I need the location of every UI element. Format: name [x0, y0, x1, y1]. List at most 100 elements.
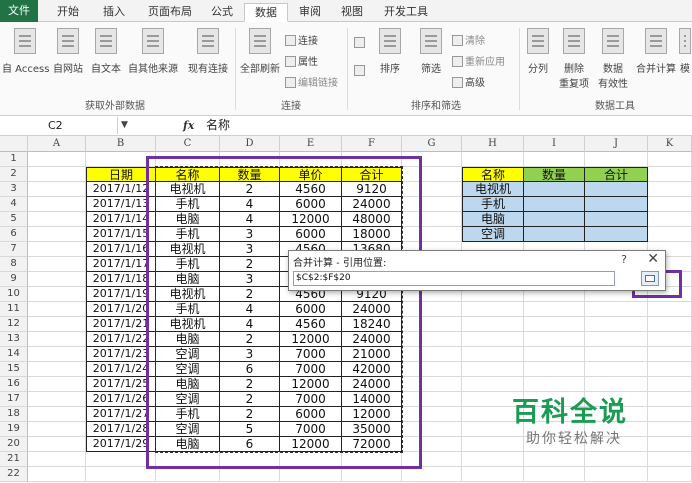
- reference-input[interactable]: $C$2:$F$20: [293, 271, 615, 286]
- grid-cell[interactable]: [462, 362, 524, 377]
- table-cell[interactable]: 2017/1/26: [86, 392, 156, 407]
- grid-cell[interactable]: [648, 347, 692, 362]
- table-cell[interactable]: 2017/1/14: [86, 212, 156, 227]
- table-cell[interactable]: 2017/1/28: [86, 422, 156, 437]
- grid-cell[interactable]: [524, 467, 585, 482]
- table-cell[interactable]: 空调: [156, 362, 220, 377]
- expand-dialog-button[interactable]: [641, 271, 659, 286]
- summary-value-cell[interactable]: [524, 182, 585, 197]
- advanced-filter-button[interactable]: 高级: [452, 76, 485, 91]
- grid-cell[interactable]: [524, 347, 585, 362]
- table-cell[interactable]: 4: [220, 197, 280, 212]
- row-header[interactable]: 11: [0, 302, 28, 317]
- from-text-button[interactable]: 自文本: [88, 28, 124, 94]
- grid-cell[interactable]: [342, 152, 402, 167]
- table-header-cell[interactable]: 合计: [342, 167, 402, 182]
- grid-cell[interactable]: [402, 467, 462, 482]
- table-cell[interactable]: 2017/1/18: [86, 272, 156, 287]
- row-header[interactable]: 13: [0, 332, 28, 347]
- tab-page-layout[interactable]: 页面布局: [142, 3, 198, 22]
- row-header[interactable]: 6: [0, 227, 28, 242]
- grid-cell[interactable]: [28, 257, 86, 272]
- summary-header-cell[interactable]: 名称: [462, 167, 524, 182]
- grid-cell[interactable]: [402, 317, 462, 332]
- grid-cell[interactable]: [462, 317, 524, 332]
- table-cell[interactable]: 2017/1/27: [86, 407, 156, 422]
- table-cell[interactable]: 电脑: [156, 377, 220, 392]
- grid-cell[interactable]: [648, 407, 692, 422]
- row-header[interactable]: 9: [0, 272, 28, 287]
- existing-connections-button[interactable]: 现有连接: [184, 28, 232, 94]
- column-header[interactable]: C: [156, 136, 220, 152]
- table-cell[interactable]: 72000: [342, 437, 402, 452]
- column-header[interactable]: G: [402, 136, 462, 152]
- table-cell[interactable]: 2017/1/12: [86, 182, 156, 197]
- table-cell[interactable]: 24000: [342, 377, 402, 392]
- grid-cell[interactable]: [28, 242, 86, 257]
- grid-cell[interactable]: [585, 452, 648, 467]
- row-header[interactable]: 19: [0, 422, 28, 437]
- table-cell[interactable]: 电视机: [156, 317, 220, 332]
- table-cell[interactable]: 电视机: [156, 242, 220, 257]
- grid-cell[interactable]: [402, 197, 462, 212]
- table-cell[interactable]: 2017/1/25: [86, 377, 156, 392]
- table-cell[interactable]: 7000: [280, 422, 342, 437]
- grid-cell[interactable]: [28, 197, 86, 212]
- grid-cell[interactable]: [28, 467, 86, 482]
- table-cell[interactable]: 2017/1/15: [86, 227, 156, 242]
- clear-filter-button[interactable]: 清除: [452, 34, 485, 49]
- grid-cell[interactable]: [402, 377, 462, 392]
- grid-cell[interactable]: [648, 467, 692, 482]
- table-cell[interactable]: 24000: [342, 302, 402, 317]
- column-header[interactable]: F: [342, 136, 402, 152]
- grid-cell[interactable]: [585, 332, 648, 347]
- summary-value-cell[interactable]: [524, 197, 585, 212]
- grid-cell[interactable]: [28, 167, 86, 182]
- grid-cell[interactable]: [402, 452, 462, 467]
- close-icon[interactable]: ✕: [647, 251, 659, 267]
- select-all-corner[interactable]: [0, 136, 28, 152]
- summary-value-cell[interactable]: [524, 227, 585, 242]
- column-header[interactable]: J: [585, 136, 648, 152]
- table-cell[interactable]: 2017/1/21: [86, 317, 156, 332]
- summary-value-cell[interactable]: [585, 197, 648, 212]
- grid-cell[interactable]: [585, 467, 648, 482]
- row-header[interactable]: 16: [0, 377, 28, 392]
- table-cell[interactable]: 4560: [280, 317, 342, 332]
- grid-cell[interactable]: [585, 152, 648, 167]
- name-box[interactable]: C2: [0, 117, 118, 134]
- table-cell[interactable]: 电视机: [156, 287, 220, 302]
- grid-cell[interactable]: [648, 392, 692, 407]
- column-header[interactable]: I: [524, 136, 585, 152]
- grid-cell[interactable]: [648, 377, 692, 392]
- column-header[interactable]: A: [28, 136, 86, 152]
- table-cell[interactable]: 电视机: [156, 182, 220, 197]
- table-cell[interactable]: 42000: [342, 362, 402, 377]
- grid-cell[interactable]: [648, 182, 692, 197]
- grid-cell[interactable]: [28, 227, 86, 242]
- table-cell[interactable]: 5: [220, 422, 280, 437]
- table-cell[interactable]: 电脑: [156, 332, 220, 347]
- tab-file[interactable]: 文件: [0, 0, 38, 22]
- text-to-columns-button[interactable]: 分列: [522, 28, 554, 94]
- column-header[interactable]: H: [462, 136, 524, 152]
- tab-data[interactable]: 数据: [244, 3, 288, 22]
- grid-cell[interactable]: [28, 407, 86, 422]
- grid-cell[interactable]: [28, 272, 86, 287]
- grid-cell[interactable]: [402, 302, 462, 317]
- grid-cell[interactable]: [28, 347, 86, 362]
- table-cell[interactable]: 18240: [342, 317, 402, 332]
- grid-cell[interactable]: [402, 347, 462, 362]
- table-cell[interactable]: 7000: [280, 392, 342, 407]
- sort-asc-button[interactable]: [354, 36, 367, 51]
- column-header[interactable]: D: [220, 136, 280, 152]
- table-header-cell[interactable]: 名称: [156, 167, 220, 182]
- consolidate-button[interactable]: 合并计算: [634, 28, 678, 94]
- summary-name-cell[interactable]: 手机: [462, 197, 524, 212]
- grid-cell[interactable]: [28, 422, 86, 437]
- grid-cell[interactable]: [220, 452, 280, 467]
- from-web-button[interactable]: 自网站: [50, 28, 86, 94]
- table-cell[interactable]: 6000: [280, 302, 342, 317]
- summary-value-cell[interactable]: [585, 212, 648, 227]
- grid-cell[interactable]: [28, 182, 86, 197]
